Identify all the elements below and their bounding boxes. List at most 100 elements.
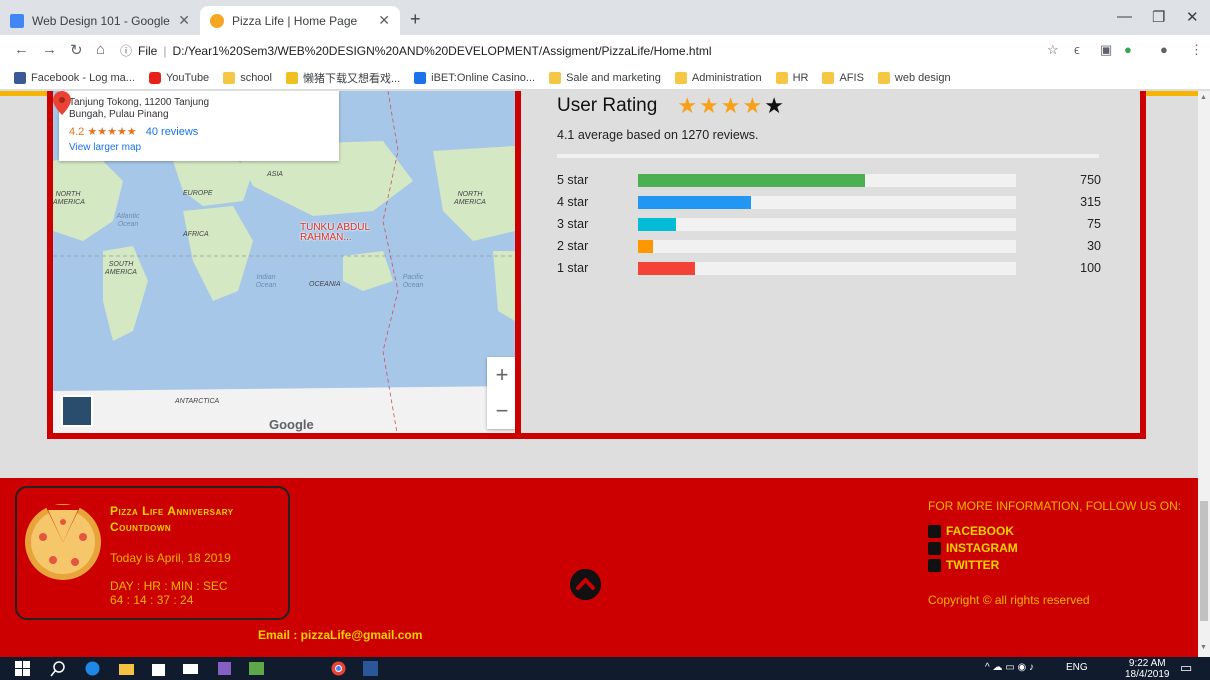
rating-bar-count: 30 [1087, 239, 1101, 253]
back-icon[interactable]: ← [14, 41, 29, 58]
bookmark-label: Administration [691, 71, 762, 84]
extension-icon[interactable]: ▣ [1100, 42, 1112, 58]
photos-icon[interactable] [248, 660, 265, 677]
tab-pizza-life[interactable]: Pizza Life | Home Page ✕ [200, 6, 400, 35]
bookmark-sale-marketing[interactable]: Sale and marketing [549, 71, 661, 84]
rating-bar-row: 4 star 315 [557, 195, 1101, 211]
bookmark-label: AFIS [839, 71, 864, 84]
map-place-label-line: RAHMAN... [300, 232, 352, 243]
contact-email[interactable]: Email : pizzaLife@gmail.com [258, 628, 422, 642]
bookmark-facebook[interactable]: Facebook - Log ma... [14, 71, 135, 84]
new-tab-button[interactable]: + [410, 9, 421, 30]
info-icon[interactable]: ⓘ [120, 42, 132, 59]
map-info-card: Tanjung Tokong, 11200 Tanjung Bungah, Pu… [59, 91, 339, 161]
rating-bar-count: 315 [1080, 195, 1101, 209]
scrollbar-thumb[interactable] [1200, 501, 1208, 621]
rating-heading: User Rating ★★★★★ [557, 93, 786, 119]
star-icon: ★★★★ [677, 93, 765, 118]
bookmark-web-design[interactable]: web design [877, 71, 951, 84]
twitter-icon [928, 558, 941, 572]
profile-icon[interactable]: ● [1160, 42, 1168, 57]
map-label-north-america: NORTH AMERICA [53, 191, 85, 206]
windows-start-icon[interactable] [14, 660, 31, 677]
notifications-icon[interactable]: ▭ [1180, 660, 1192, 676]
close-tab-icon[interactable]: ✕ [378, 12, 390, 29]
folder-icon [549, 71, 562, 84]
minimize-icon[interactable]: — [1117, 8, 1132, 25]
bookmark-label: web design [894, 71, 951, 84]
location-map[interactable]: Tanjung Tokong, 11200 Tanjung Bungah, Pu… [47, 91, 518, 439]
map-reviews-link[interactable]: 40 reviews [146, 126, 199, 138]
bookmark-administration[interactable]: Administration [674, 71, 762, 84]
grammarly-icon[interactable]: ● [1124, 42, 1132, 57]
view-larger-map-link[interactable]: View larger map [69, 142, 329, 153]
tab-google-docs[interactable]: Web Design 101 - Google Docs ✕ [0, 6, 200, 35]
bookmark-school[interactable]: school [223, 71, 272, 84]
page-footer: Pizza Life Anniversary Countdown Today i… [0, 478, 1198, 657]
rating-bar-fill [638, 174, 865, 187]
instagram-link[interactable]: INSTAGRAM [928, 541, 1018, 555]
facebook-icon [928, 524, 941, 538]
close-window-icon[interactable]: ✕ [1186, 8, 1199, 26]
instagram-icon [928, 541, 941, 555]
zoom-in-button[interactable]: + [496, 362, 509, 388]
follow-us-heading: FOR MORE INFORMATION, FOLLOW US ON: [928, 499, 1182, 513]
rating-bar-fill [638, 262, 695, 275]
bookmark-label: Facebook - Log ma... [31, 71, 135, 84]
search-icon[interactable] [50, 660, 67, 677]
home-icon[interactable]: ⌂ [96, 41, 105, 58]
extension-icon[interactable]: ϵ [1074, 42, 1080, 57]
chrome-icon[interactable] [330, 660, 347, 677]
rating-bar-row: 5 star 750 [557, 173, 1101, 189]
anniversary-countdown: Pizza Life Anniversary Countdown Today i… [15, 486, 290, 620]
twitter-link[interactable]: TWITTER [928, 558, 999, 572]
countdown-today: Today is April, 18 2019 [110, 551, 231, 565]
map-address-line: Bungah, Pulau Pinang [69, 109, 169, 120]
rating-bar-label: 2 star [557, 239, 589, 253]
language-indicator[interactable]: ENG [1066, 662, 1088, 673]
zoom-out-button[interactable]: − [496, 398, 509, 424]
map-rating-stars: ★★★★★ [87, 126, 137, 138]
ibet-icon [414, 71, 427, 84]
map-satellite-toggle[interactable] [61, 395, 93, 427]
map-label-north-america: NORTH AMERICA [454, 191, 486, 206]
scroll-up-icon[interactable]: ▲ [1200, 94, 1207, 101]
bookmark-ibet[interactable]: iBET:Online Casino... [414, 71, 536, 84]
reload-icon[interactable]: ↻ [70, 41, 83, 59]
bookmark-label: iBET:Online Casino... [431, 71, 536, 84]
bookmark-youtube[interactable]: YouTube [148, 71, 209, 84]
visual-studio-icon[interactable] [216, 660, 233, 677]
map-label-pacific: Pacific Ocean [402, 274, 424, 289]
countdown-title: Pizza Life Anniversary Countdown [110, 503, 234, 535]
rating-bar-count: 750 [1080, 173, 1101, 187]
bookmark-hr[interactable]: HR [775, 71, 808, 84]
tab-strip: Web Design 101 - Google Docs ✕ Pizza Lif… [0, 0, 1210, 35]
forward-icon[interactable]: → [42, 41, 57, 58]
page-scrollbar[interactable]: ▲ ▼ [1198, 91, 1210, 657]
social-label: TWITTER [946, 558, 1000, 572]
word-icon[interactable] [362, 660, 379, 677]
folder-icon [775, 71, 788, 84]
scroll-down-icon[interactable]: ▼ [1200, 644, 1207, 651]
restore-icon[interactable]: ❐ [1152, 8, 1165, 26]
store-icon[interactable] [150, 660, 167, 677]
rating-bar-count: 100 [1080, 261, 1101, 275]
edge-icon[interactable] [84, 660, 101, 677]
bookmark-star-icon[interactable]: ☆ [1047, 42, 1059, 58]
rating-bar-row: 3 star 75 [557, 217, 1101, 233]
bookmark-afis[interactable]: AFIS [822, 71, 864, 84]
menu-icon[interactable]: ⋮ [1190, 42, 1203, 58]
address-bar[interactable]: ⓘ File | D:/Year1%20Sem3/WEB%20DESIGN%20… [120, 39, 1030, 62]
taskbar-clock[interactable]: 9:22 AM 18/4/2019 [1125, 658, 1170, 680]
map-pin-icon[interactable] [53, 91, 71, 115]
pizza-icon [25, 504, 101, 580]
map-label-oceania: OCEANIA [309, 281, 341, 288]
close-tab-icon[interactable]: ✕ [178, 12, 190, 29]
file-explorer-icon[interactable] [118, 660, 135, 677]
mail-icon[interactable] [182, 660, 199, 677]
facebook-link[interactable]: FACEBOOK [928, 524, 1014, 538]
rating-summary: 4.1 average based on 1270 reviews. [557, 128, 759, 142]
bookmark-download-site[interactable]: 懒猪下载又想看戏... [285, 70, 400, 86]
system-tray-icons[interactable]: ^ ☁ ▭ ◉ ♪ [985, 662, 1034, 673]
back-to-top-button[interactable] [570, 569, 601, 600]
